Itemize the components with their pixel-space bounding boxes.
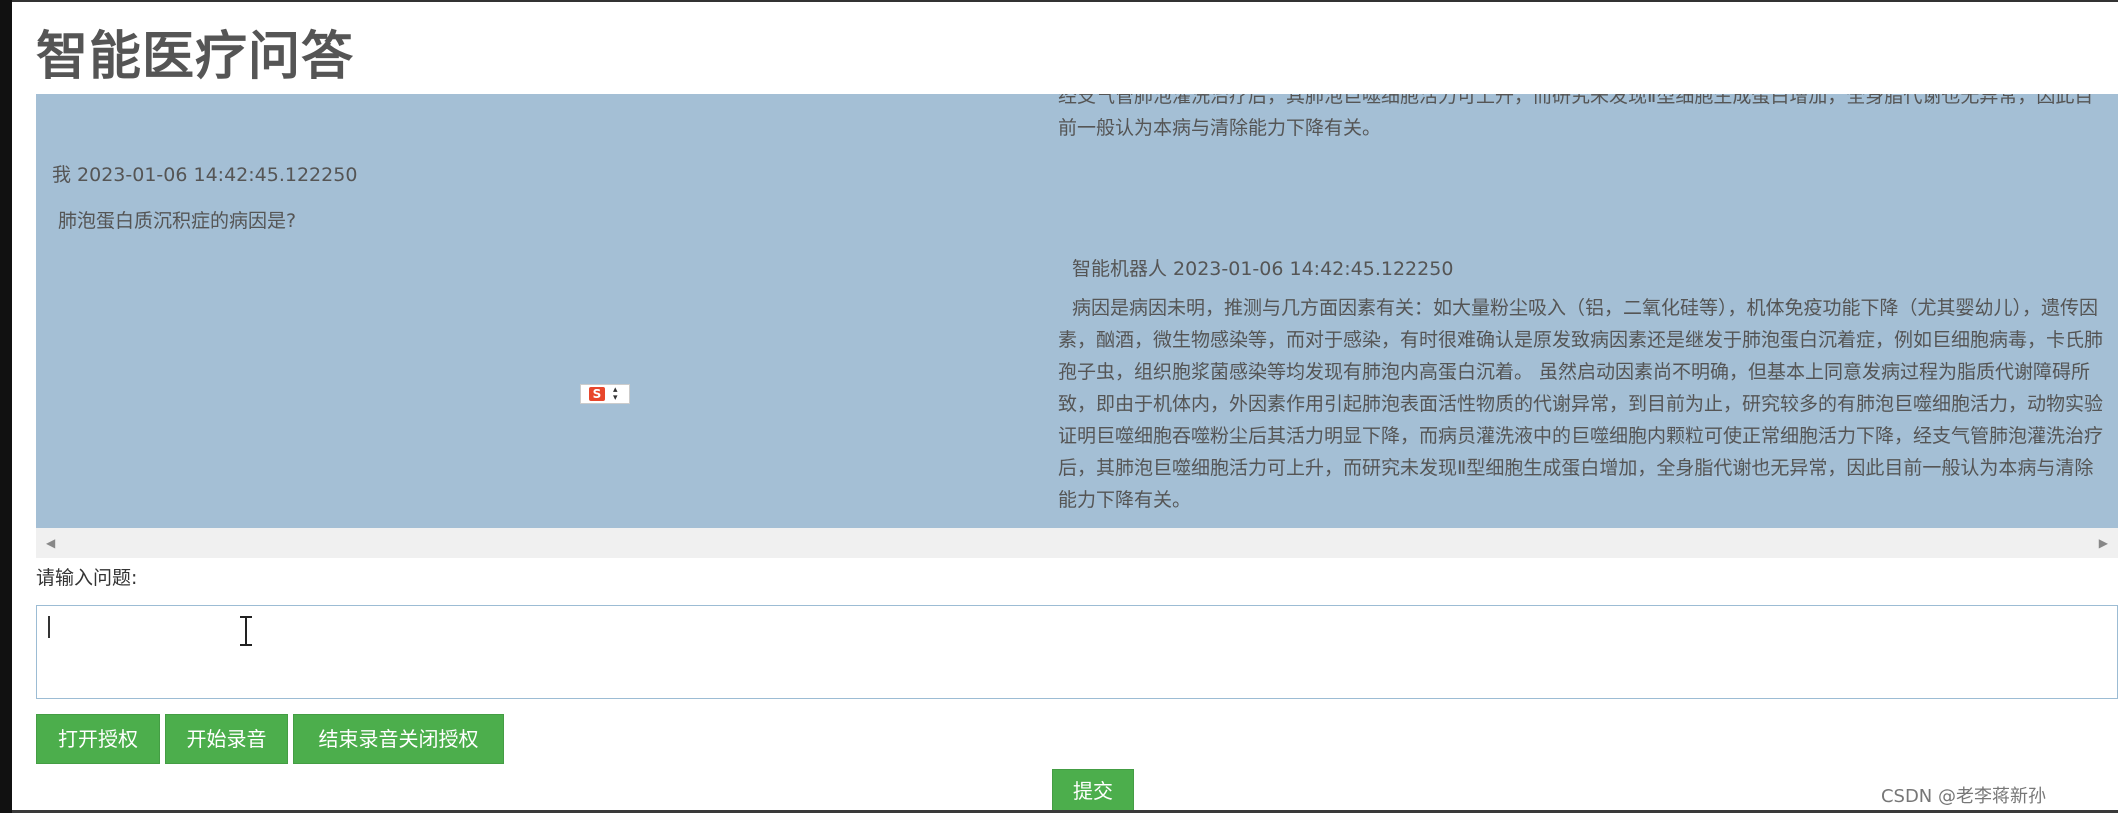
- ime-toolbar-icon[interactable]: S ▴ ▾: [580, 384, 630, 404]
- bot-message-text: 病因是病因未明，推测与几方面因素有关：如大量粉尘吸入（铝，二氧化硅等），机体免疫…: [1058, 297, 2104, 511]
- stop-recording-close-auth-button[interactable]: 结束录音关闭授权: [293, 714, 504, 764]
- scroll-right-arrow-icon[interactable]: ▶: [2099, 536, 2108, 550]
- bot-message-header: 智能机器人 2023-01-06 14:42:45.122250: [1072, 258, 1454, 280]
- page-title: 智能医疗问答: [36, 27, 355, 87]
- csdn-watermark: CSDN @老李蒋新孙: [1880, 786, 2046, 807]
- window-left-edge: [0, 0, 12, 813]
- bot-previous-message: 经支气管肺泡灌洗治疗后，其肺泡巨噬细胞活力可上升，而研究未发现Ⅱ型细胞生成蛋白增…: [1058, 94, 2094, 139]
- user-message-header: 我 2023-01-06 14:42:45.122250: [52, 164, 358, 186]
- window-top-edge: [12, 0, 2118, 2]
- text-caret: [48, 616, 50, 638]
- open-authorization-button[interactable]: 打开授权: [36, 714, 160, 764]
- ibeam-cursor-icon: [240, 616, 252, 646]
- scroll-left-arrow-icon[interactable]: ◀: [46, 536, 55, 550]
- start-recording-button[interactable]: 开始录音: [165, 714, 288, 764]
- chat-panel[interactable]: 经支气管肺泡灌洗治疗后，其肺泡巨噬细胞活力可上升，而研究未发现Ⅱ型细胞生成蛋白增…: [36, 94, 2118, 528]
- page: 智能医疗问答 经支气管肺泡灌洗治疗后，其肺泡巨噬细胞活力可上升，而研究未发现Ⅱ型…: [0, 0, 2118, 813]
- question-input[interactable]: [36, 605, 2118, 699]
- submit-button[interactable]: 提交: [1052, 769, 1134, 813]
- question-input-label: 请输入问题:: [36, 567, 138, 589]
- sogou-s-icon: S: [589, 387, 605, 401]
- horizontal-scrollbar[interactable]: ◀ ▶: [36, 528, 2118, 558]
- ime-dropdown-icon: ▴ ▾: [613, 385, 618, 403]
- user-message-text: 肺泡蛋白质沉积症的病因是?: [58, 210, 297, 232]
